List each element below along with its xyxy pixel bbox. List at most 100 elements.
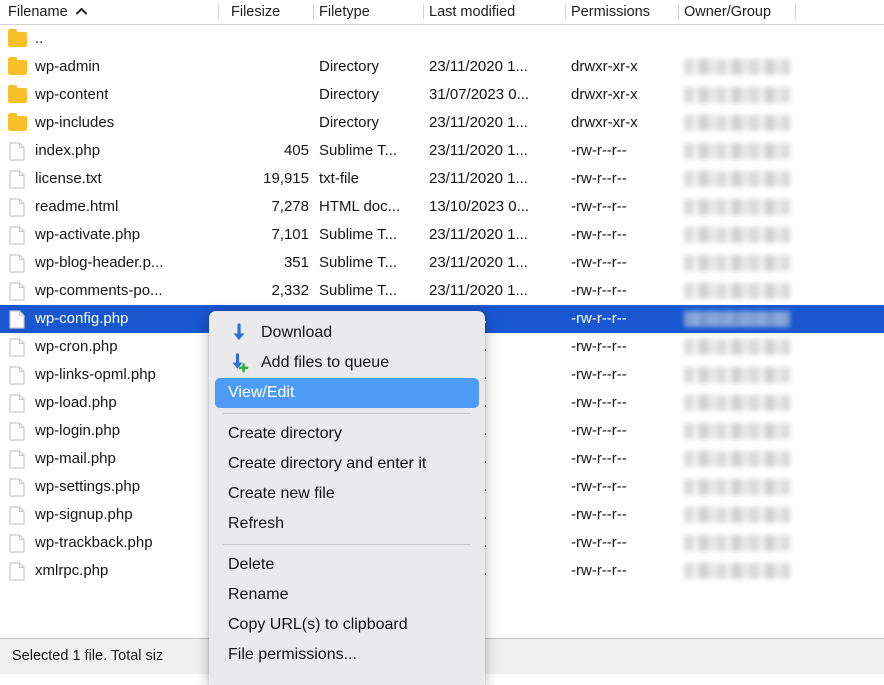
- cell-permissions: -rw-r--r--: [571, 282, 627, 299]
- menu-item-view-edit[interactable]: View/Edit: [215, 378, 479, 408]
- cell-permissions: -rw-r--r--: [571, 198, 627, 215]
- cell-permissions: -rw-r--r--: [571, 254, 627, 271]
- cell-filename: readme.html: [35, 198, 119, 215]
- menu-item-label: Create new file: [228, 485, 335, 502]
- menu-separator: [223, 544, 471, 545]
- file-icon: [8, 254, 27, 273]
- cell-owner-group-redacted: [684, 311, 790, 327]
- column-header-label: Filename: [8, 4, 68, 20]
- column-header-last-modified[interactable]: Last modified: [429, 0, 515, 24]
- folder-icon: [8, 29, 27, 48]
- column-resize-handle[interactable]: [313, 4, 314, 19]
- cell-filesize: 351: [283, 254, 309, 271]
- cell-permissions: -rw-r--r--: [571, 226, 627, 243]
- cell-permissions: -rw-r--r--: [571, 366, 627, 383]
- column-resize-handle[interactable]: [423, 4, 424, 19]
- menu-item-label: Download: [261, 324, 333, 341]
- cell-filesize: [199, 81, 309, 109]
- cell-last-modified: 31/07/2023 0...: [429, 86, 530, 103]
- cell-permissions: -rw-r--r--: [571, 142, 627, 159]
- file-icon: [8, 534, 27, 553]
- cell-filename: wp-trackback.php: [35, 534, 153, 551]
- menu-item-copy-url-s-to-clipboard[interactable]: Copy URL(s) to clipboard: [215, 610, 479, 640]
- column-header-filesize[interactable]: Filesize: [231, 0, 280, 24]
- table-row[interactable]: wp-includes Directory 23/11/2020 1... drwxr…: [0, 109, 884, 137]
- menu-item-label: Copy URL(s) to clipboard: [228, 616, 408, 633]
- table-row[interactable]: wp-comments-po... 2,332 Sublime T... 23/11/…: [0, 277, 884, 305]
- menu-item-label: Create directory: [228, 425, 342, 442]
- column-header-row: Filename Filesize Filetype Last modified Per…: [0, 0, 884, 25]
- cell-owner-group-redacted: [684, 283, 790, 299]
- column-header-label: Last modified: [429, 4, 516, 20]
- add-to-queue-arrow-icon: [229, 353, 249, 373]
- cell-filetype: txt-file: [319, 170, 360, 187]
- column-header-label: Owner/Group: [684, 4, 772, 20]
- folder-icon-shape: [8, 85, 27, 103]
- cell-filetype: Sublime T...: [319, 254, 398, 271]
- table-row[interactable]: wp-blog-header.p... 351 Sublime T... 23/11/…: [0, 249, 884, 277]
- cell-owner-group-redacted: [684, 59, 790, 75]
- menu-item-add-files-to-queue[interactable]: Add files to queue: [215, 348, 479, 378]
- column-header-filename[interactable]: Filename: [8, 0, 88, 24]
- cell-filename: wp-load.php: [35, 394, 117, 411]
- cell-filename: wp-content: [35, 86, 109, 103]
- chevron-up-icon[interactable]: [75, 5, 88, 18]
- column-resize-handle[interactable]: [678, 4, 679, 19]
- menu-item-refresh[interactable]: Refresh: [215, 509, 479, 539]
- file-icon: [8, 478, 27, 497]
- cell-filename: wp-config.php: [35, 310, 129, 327]
- cell-filetype: Directory: [319, 86, 380, 103]
- column-header-permissions[interactable]: Permissions: [571, 0, 650, 24]
- column-header-label: Permissions: [571, 4, 650, 20]
- file-icon: [8, 366, 27, 385]
- file-icon: [8, 422, 27, 441]
- column-resize-handle[interactable]: [795, 4, 796, 19]
- cell-filesize: [199, 53, 309, 81]
- cell-filetype: Sublime T...: [319, 226, 398, 243]
- file-icon-shape: [9, 310, 25, 329]
- download-arrow-icon: [229, 323, 249, 343]
- folder-icon-shape: [8, 113, 27, 131]
- cell-permissions: drwxr-xr-x: [571, 114, 638, 131]
- cell-owner-group-redacted: [684, 143, 790, 159]
- column-resize-handle[interactable]: [218, 4, 219, 19]
- menu-item-create-directory[interactable]: Create directory: [215, 419, 479, 449]
- cell-permissions: -rw-r--r--: [571, 394, 627, 411]
- file-icon: [8, 170, 27, 189]
- file-icon: [8, 562, 27, 581]
- cell-permissions: -rw-r--r--: [571, 478, 627, 495]
- cell-permissions: -rw-r--r--: [571, 422, 627, 439]
- table-row[interactable]: readme.html 7,278 HTML doc... 13/10/2023 0.…: [0, 193, 884, 221]
- column-header-filetype[interactable]: Filetype: [319, 0, 370, 24]
- file-icon-shape: [9, 422, 25, 441]
- table-row[interactable]: wp-content Directory 31/07/2023 0... drwxr-…: [0, 81, 884, 109]
- column-header-label: Filesize: [231, 4, 281, 20]
- folder-icon-shape: [8, 57, 27, 75]
- column-header-owner-group[interactable]: Owner/Group: [684, 0, 771, 24]
- cell-last-modified: [429, 25, 569, 53]
- cell-owner-group-redacted: [684, 451, 790, 467]
- column-resize-handle[interactable]: [565, 4, 566, 19]
- menu-item-file-permissions[interactable]: File permissions...: [215, 640, 479, 670]
- status-bar-text: Selected 1 file. Total siz: [12, 648, 164, 664]
- table-row[interactable]: wp-activate.php 7,101 Sublime T... 23/11/20…: [0, 221, 884, 249]
- menu-item-delete[interactable]: Delete: [215, 550, 479, 580]
- menu-item-create-directory-and-enter-it[interactable]: Create directory and enter it: [215, 449, 479, 479]
- cell-owner-group-redacted: [684, 535, 790, 551]
- table-row[interactable]: wp-admin Directory 23/11/2020 1... drwxr-xr…: [0, 53, 884, 81]
- context-menu[interactable]: Download Add files to queue View/Edit Creat…: [209, 311, 485, 685]
- cell-permissions: -rw-r--r--: [571, 534, 627, 551]
- menu-item-download[interactable]: Download: [215, 318, 479, 348]
- table-row[interactable]: ..: [0, 25, 884, 53]
- cell-filename: wp-admin: [35, 58, 101, 75]
- cell-filename: license.txt: [35, 170, 102, 187]
- file-manager-panel: Filename Filesize Filetype Last modified Per…: [0, 0, 884, 685]
- table-row[interactable]: license.txt 19,915 txt-file 23/11/2020 1...…: [0, 165, 884, 193]
- menu-separator: [223, 413, 471, 414]
- cell-filesize: 405: [283, 142, 309, 159]
- table-row[interactable]: index.php 405 Sublime T... 23/11/2020 1... -…: [0, 137, 884, 165]
- folder-icon-shape: [8, 29, 27, 47]
- menu-item-create-new-file[interactable]: Create new file: [215, 479, 479, 509]
- menu-item-rename[interactable]: Rename: [215, 580, 479, 610]
- cell-filename: wp-login.php: [35, 422, 121, 439]
